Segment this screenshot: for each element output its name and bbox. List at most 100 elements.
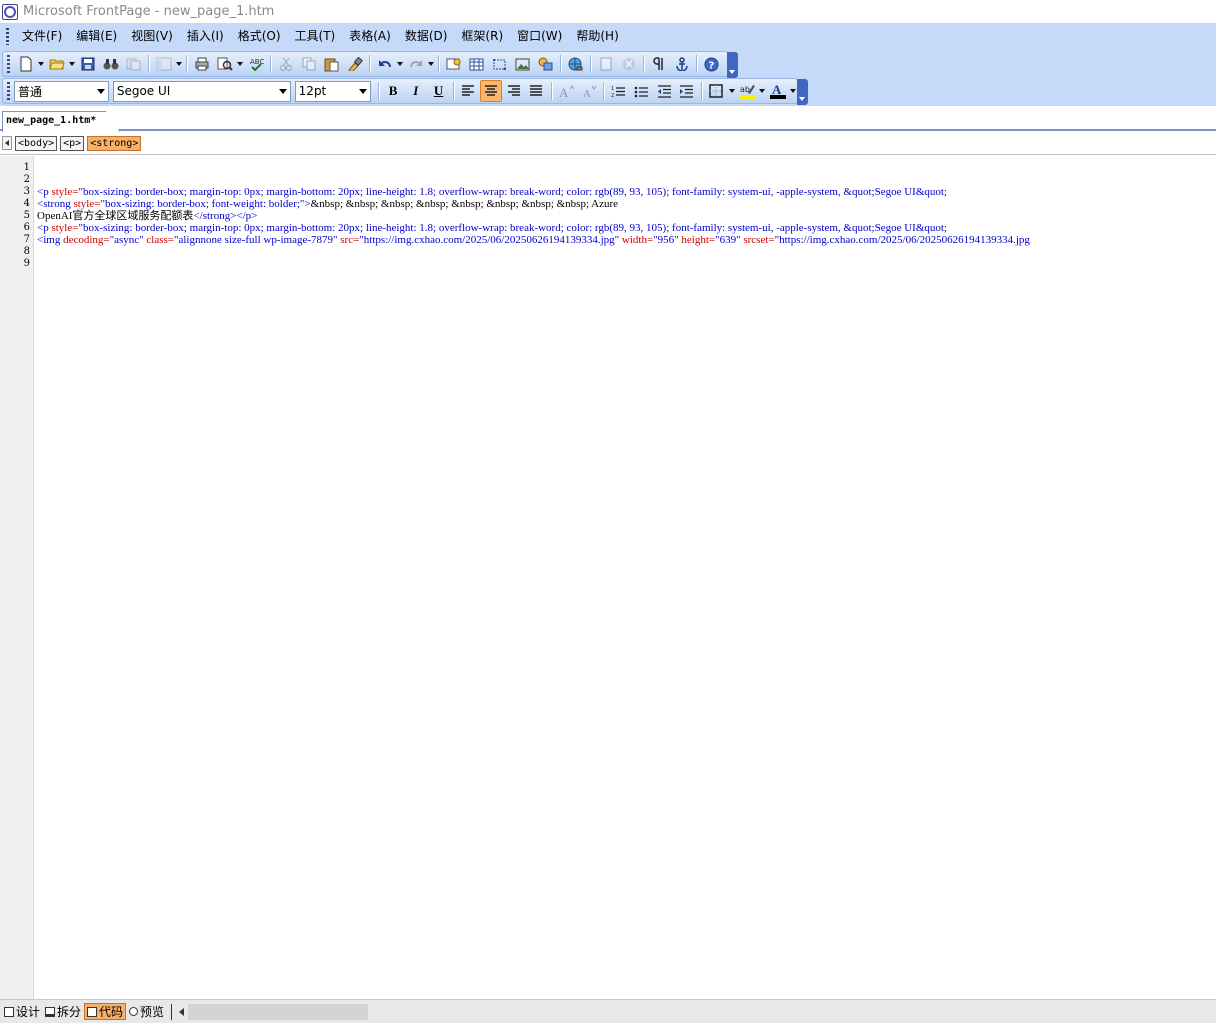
- open-button[interactable]: [45, 53, 68, 75]
- menu-window[interactable]: 窗口(W): [510, 24, 569, 48]
- menu-data[interactable]: 数据(D): [398, 24, 455, 48]
- frontpage-app-icon[interactable]: [2, 3, 18, 20]
- redo-button[interactable]: [404, 53, 427, 75]
- scrollbar-thumb[interactable]: [188, 1003, 369, 1020]
- format-painter-button[interactable]: [343, 53, 366, 75]
- decrease-indent-button[interactable]: [653, 80, 676, 102]
- menu-bar-grip[interactable]: [6, 27, 9, 45]
- formatting-toolbar-options[interactable]: [797, 79, 808, 105]
- document-tab[interactable]: new_page_1.htm*: [2, 111, 120, 132]
- quick-tag-p[interactable]: <p>: [60, 135, 85, 151]
- menu-file[interactable]: 文件(F): [15, 24, 69, 48]
- menu-table[interactable]: 表格(A): [342, 24, 398, 48]
- font-color-dropdown[interactable]: [789, 80, 797, 102]
- font-select[interactable]: Segoe UI: [112, 80, 291, 102]
- copy-icon: [302, 57, 315, 71]
- standard-toolbar-options[interactable]: [727, 52, 738, 78]
- save-button[interactable]: [76, 53, 99, 75]
- quick-tag-body[interactable]: <body>: [15, 135, 58, 151]
- toolbar-separator: [270, 55, 271, 73]
- menu-view[interactable]: 视图(V): [124, 24, 180, 48]
- web-component-button[interactable]: [442, 53, 465, 75]
- toggle-pane-dropdown[interactable]: [175, 53, 183, 75]
- copy-button[interactable]: [297, 53, 320, 75]
- decrease-font-button[interactable]: A: [578, 80, 601, 102]
- design-view-tab[interactable]: 设计: [2, 1003, 42, 1020]
- preview-dropdown[interactable]: [236, 53, 244, 75]
- preview-view-tab[interactable]: 预览: [127, 1003, 166, 1020]
- svg-text:A: A: [583, 88, 591, 98]
- style-select[interactable]: 普通: [13, 80, 109, 102]
- split-view-tab[interactable]: 拆分: [43, 1003, 83, 1020]
- svg-text:?: ?: [709, 60, 715, 71]
- font-size-select[interactable]: 12pt: [294, 80, 371, 102]
- highlight-button[interactable]: ab: [736, 80, 759, 102]
- menu-tools[interactable]: 工具(T): [288, 24, 343, 48]
- increase-indent-button[interactable]: [675, 80, 698, 102]
- borders-dropdown[interactable]: [728, 80, 736, 102]
- svg-text:A: A: [559, 85, 569, 98]
- align-center-button[interactable]: [479, 80, 503, 102]
- show-all-button[interactable]: [647, 53, 670, 75]
- standard-toolbar-grip[interactable]: [7, 55, 10, 73]
- chevron-down-icon[interactable]: [95, 82, 108, 101]
- quick-tag-strong[interactable]: <strong>: [87, 135, 142, 151]
- chevron-down-icon[interactable]: [357, 82, 370, 101]
- stop-button[interactable]: [617, 53, 640, 75]
- cut-button[interactable]: [274, 53, 297, 75]
- insert-hyperlink-button[interactable]: [564, 53, 587, 75]
- help-button[interactable]: ?: [700, 53, 723, 75]
- align-left-button[interactable]: [457, 80, 480, 102]
- toggle-pane-button[interactable]: [152, 53, 175, 75]
- bullets-button[interactable]: [630, 80, 653, 102]
- new-page-button[interactable]: [14, 53, 37, 75]
- insert-picture-button[interactable]: [511, 53, 534, 75]
- code-editor[interactable]: 123456789 <p style="box-sizing: border-b…: [0, 156, 1216, 999]
- toolbar-separator: [369, 55, 370, 73]
- bookmark-button[interactable]: [670, 53, 693, 75]
- increase-font-button[interactable]: A: [555, 80, 578, 102]
- code-line[interactable]: <strong style="box-sizing: border-box; f…: [37, 198, 618, 210]
- print-button[interactable]: [190, 53, 213, 75]
- new-dropdown[interactable]: [37, 53, 45, 75]
- numbering-button[interactable]: 12: [607, 80, 630, 102]
- redo-dropdown[interactable]: [427, 53, 435, 75]
- highlight-dropdown[interactable]: [758, 80, 766, 102]
- borders-button[interactable]: [705, 80, 728, 102]
- undo-button[interactable]: [373, 53, 396, 75]
- refresh-button[interactable]: [594, 53, 617, 75]
- bold-button[interactable]: B: [382, 80, 405, 102]
- code-line[interactable]: OpenAI官方全球区域服务配额表</strong></p>: [37, 210, 257, 222]
- publish-button[interactable]: [122, 53, 145, 75]
- chevron-down-icon[interactable]: [277, 82, 290, 101]
- menu-edit[interactable]: 编辑(E): [69, 24, 124, 48]
- justify-button[interactable]: [525, 80, 548, 102]
- menu-format[interactable]: 格式(O): [231, 24, 288, 48]
- insert-layer-button[interactable]: [488, 53, 511, 75]
- italic-button[interactable]: I: [404, 80, 427, 102]
- quick-tag-scroll-left[interactable]: [2, 136, 12, 150]
- open-dropdown[interactable]: [68, 53, 76, 75]
- code-line[interactable]: <p style="box-sizing: border-box; margin…: [37, 186, 947, 198]
- code-line[interactable]: <p style="box-sizing: border-box; margin…: [37, 222, 947, 234]
- menu-frames[interactable]: 框架(R): [454, 24, 510, 48]
- align-right-button[interactable]: [502, 80, 525, 102]
- insert-table-button[interactable]: [465, 53, 488, 75]
- line-number: 3: [23, 186, 30, 197]
- preview-browser-button[interactable]: [213, 53, 236, 75]
- code-view-tab[interactable]: 代码: [84, 1003, 127, 1020]
- underline-button[interactable]: U: [427, 80, 450, 102]
- menu-help[interactable]: 帮助(H): [569, 24, 625, 48]
- font-color-button[interactable]: A: [766, 80, 789, 102]
- insert-drawing-button[interactable]: [534, 53, 557, 75]
- code-line[interactable]: <img decoding="async" class="alignnone s…: [37, 234, 1030, 246]
- undo-dropdown[interactable]: [396, 53, 404, 75]
- paste-button[interactable]: [320, 53, 343, 75]
- horizontal-scrollbar[interactable]: [176, 1003, 376, 1020]
- web-component-icon: [446, 58, 460, 70]
- search-button[interactable]: [99, 53, 122, 75]
- menu-insert[interactable]: 插入(I): [180, 24, 231, 48]
- formatting-toolbar-grip[interactable]: [7, 82, 10, 100]
- spelling-button[interactable]: ABC: [244, 53, 267, 75]
- scroll-left-arrow-icon[interactable]: [176, 1003, 186, 1020]
